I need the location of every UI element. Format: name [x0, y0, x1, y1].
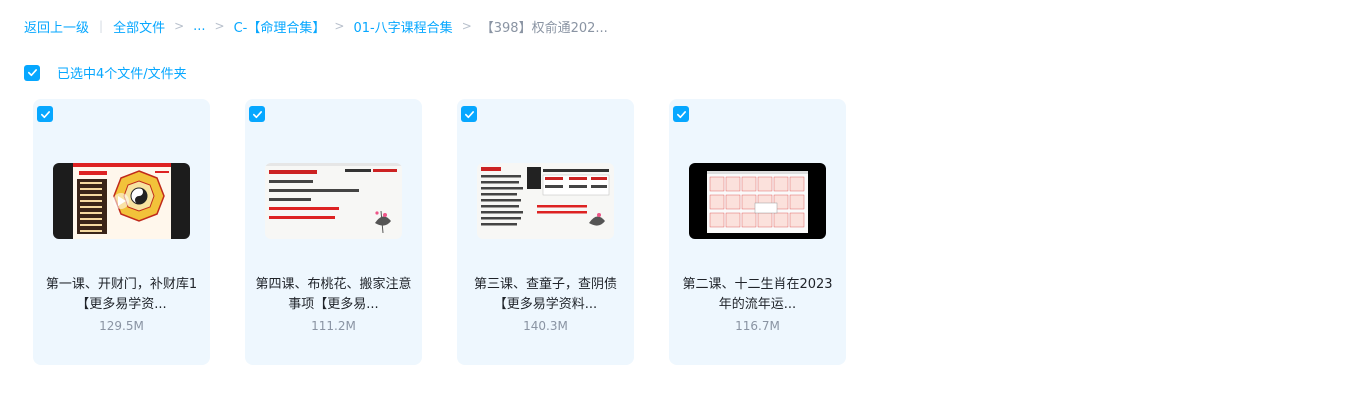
breadcrumb-item-fortune-collection[interactable]: C-【命理合集】 [234, 17, 326, 36]
breadcrumb-current: 【398】权俞通202... [480, 20, 608, 36]
breadcrumb: 返回上一级 | 全部文件 > ... > C-【命理合集】 > 01-八字课程合… [24, 16, 608, 36]
video-thumbnail [477, 163, 614, 239]
breadcrumb-divider: | [99, 19, 104, 33]
breadcrumb-item-bazi-courses[interactable]: 01-八字课程合集 [353, 17, 452, 36]
video-thumbnail [689, 163, 826, 239]
video-thumbnail [265, 163, 402, 239]
select-all-checkbox[interactable] [24, 64, 40, 81]
file-grid: 第一课、开财门，补财库1【更多易学资... 129.5M 第四课、布桃花、搬家注… [33, 99, 881, 365]
file-size: 111.2M [311, 319, 356, 333]
file-checkbox[interactable] [461, 106, 477, 122]
selection-bar: 已选中4个文件/文件夹 [24, 63, 187, 82]
video-thumbnail [53, 163, 190, 239]
file-checkbox[interactable] [673, 106, 689, 122]
file-checkbox[interactable] [249, 106, 265, 122]
file-checkbox[interactable] [37, 106, 53, 122]
file-name: 第二课、十二生肖在2023年的流年运... [682, 277, 833, 312]
chevron-right-icon: > [214, 19, 225, 33]
check-icon [676, 110, 686, 118]
file-name: 第三课、查童子，查阴债【更多易学资料... [473, 277, 617, 312]
file-card[interactable]: 第二课、十二生肖在2023年的流年运... 116.7M [669, 99, 846, 365]
file-card[interactable]: 第四课、布桃花、搬家注意事项【更多易... 111.2M [245, 99, 422, 365]
file-name: 第四课、布桃花、搬家注意事项【更多易... [255, 277, 412, 312]
breadcrumb-item-ellipsis[interactable]: ... [193, 19, 205, 34]
chevron-right-icon: > [461, 19, 472, 33]
check-icon [40, 110, 50, 118]
selection-count: 已选中4个文件/文件夹 [57, 67, 187, 82]
chevron-right-icon: > [334, 19, 345, 33]
file-size: 116.7M [735, 319, 780, 333]
check-icon [27, 69, 37, 77]
back-link[interactable]: 返回上一级 [24, 17, 89, 36]
chevron-right-icon: > [174, 19, 185, 33]
file-size: 129.5M [99, 319, 144, 333]
file-card[interactable]: 第一课、开财门，补财库1【更多易学资... 129.5M [33, 99, 210, 365]
check-icon [252, 110, 262, 118]
check-icon [464, 110, 474, 118]
breadcrumb-item-all-files[interactable]: 全部文件 [113, 17, 165, 36]
file-size: 140.3M [523, 319, 568, 333]
file-card[interactable]: 第三课、查童子，查阴债【更多易学资料... 140.3M [457, 99, 634, 365]
file-name: 第一课、开财门，补财库1【更多易学资... [45, 277, 198, 312]
